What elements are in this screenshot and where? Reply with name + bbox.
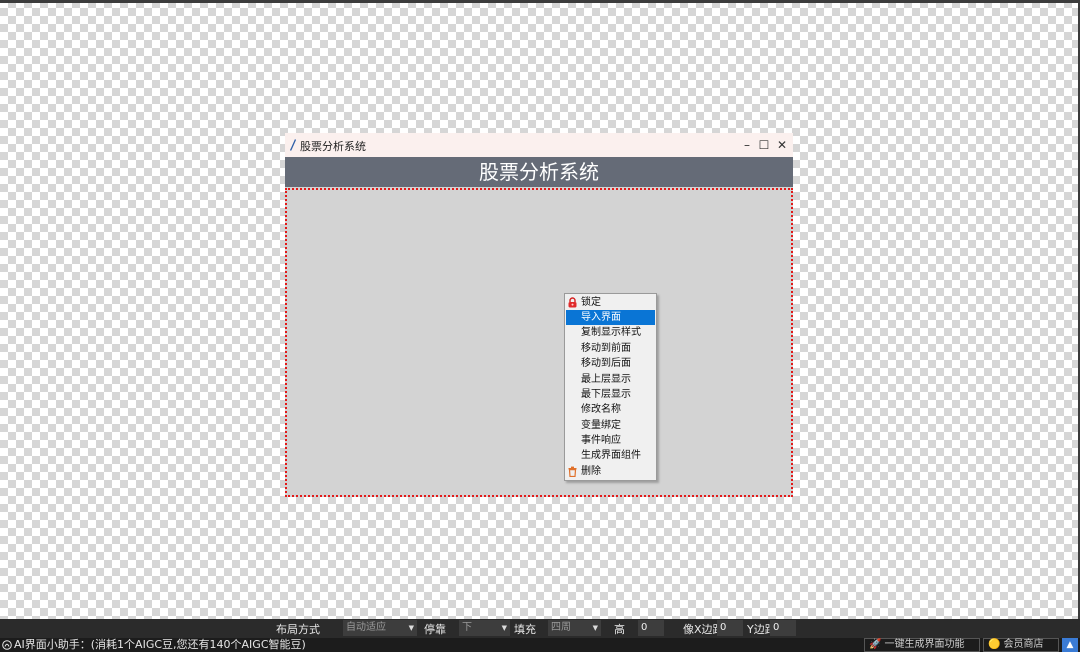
property-bar: 布局方式 自动适应 ▼ 停靠 下 ▼ 填充 四周 ▼ 高 0 像X边距 0 Y边… bbox=[0, 619, 1080, 638]
height-input[interactable]: 0 bbox=[638, 620, 664, 636]
menu-item-variable-binding[interactable]: 变量绑定 bbox=[566, 418, 655, 433]
generate-ui-label: 一键生成界面功能 bbox=[884, 639, 965, 650]
fill-label: 填充 bbox=[514, 623, 536, 636]
menu-item-label: 变量绑定 bbox=[581, 420, 621, 431]
menu-item-label: 事件响应 bbox=[581, 435, 621, 446]
menu-item-label: 最上层显示 bbox=[581, 374, 631, 385]
fill-select-value: 四周 bbox=[551, 622, 571, 633]
close-button[interactable]: ✕ bbox=[774, 136, 790, 154]
menu-item-label: 锁定 bbox=[581, 297, 601, 308]
layout-select[interactable]: 自动适应 ▼ bbox=[343, 620, 417, 636]
menu-item-lock[interactable]: 锁定 bbox=[566, 295, 655, 310]
menu-item-label: 生成界面组件 bbox=[581, 450, 641, 461]
menu-item-label: 移动到后面 bbox=[581, 358, 631, 369]
trash-icon bbox=[568, 466, 577, 477]
coin-icon: 🟡 bbox=[988, 639, 1001, 650]
menu-item-label: 复制显示样式 bbox=[581, 327, 641, 338]
dock-select-value: 下 bbox=[462, 622, 472, 633]
window-titlebar[interactable]: 股票分析系统 – ☐ ✕ bbox=[285, 133, 793, 157]
menu-item-label: 删除 bbox=[581, 466, 601, 477]
window-title: 股票分析系统 bbox=[300, 140, 366, 153]
status-bar: AI界面小助手：(消耗1个AIGC豆,您还有140个AIGC智能豆) 🚀 一键生成… bbox=[0, 638, 1080, 652]
x-margin-input[interactable]: 0 bbox=[717, 620, 743, 636]
menu-item-move-back[interactable]: 移动到后面 bbox=[566, 356, 655, 371]
chevron-down-icon: ▼ bbox=[501, 624, 507, 632]
maximize-button[interactable]: ☐ bbox=[756, 136, 772, 154]
menu-item-top-layer[interactable]: 最上层显示 bbox=[566, 372, 655, 387]
ai-assistant-icon bbox=[2, 640, 12, 650]
y-margin-input[interactable]: 0 bbox=[770, 620, 796, 636]
chevron-down-icon: ▼ bbox=[408, 624, 414, 632]
menu-item-generate-component[interactable]: 生成界面组件 bbox=[566, 448, 655, 463]
menu-item-rename[interactable]: 修改名称 bbox=[566, 402, 655, 417]
menu-item-import-ui[interactable]: 导入界面 bbox=[566, 310, 655, 325]
scroll-up-button[interactable]: ▲ bbox=[1062, 638, 1078, 652]
member-shop-label: 会员商店 bbox=[1003, 639, 1044, 650]
dock-select[interactable]: 下 ▼ bbox=[459, 620, 510, 636]
menu-item-label: 修改名称 bbox=[581, 404, 621, 415]
layout-label: 布局方式 bbox=[276, 623, 320, 636]
generate-ui-button[interactable]: 🚀 一键生成界面功能 bbox=[864, 638, 980, 652]
menu-item-label: 导入界面 bbox=[581, 312, 621, 323]
status-text: AI界面小助手：(消耗1个AIGC豆,您还有140个AIGC智能豆) bbox=[14, 638, 306, 651]
menu-item-copy-style[interactable]: 复制显示样式 bbox=[566, 325, 655, 340]
design-window[interactable]: 股票分析系统 – ☐ ✕ 股票分析系统 bbox=[285, 133, 793, 497]
rocket-icon: 🚀 bbox=[869, 639, 882, 650]
header-label[interactable]: 股票分析系统 bbox=[285, 157, 793, 187]
dock-label: 停靠 bbox=[424, 623, 446, 636]
menu-item-delete[interactable]: 删除 bbox=[566, 464, 655, 479]
menu-item-label: 移动到前面 bbox=[581, 343, 631, 354]
content-panel[interactable] bbox=[285, 188, 793, 497]
fill-select[interactable]: 四周 ▼ bbox=[548, 620, 601, 636]
member-shop-button[interactable]: 🟡 会员商店 bbox=[983, 638, 1059, 652]
feather-icon bbox=[290, 139, 296, 151]
minimize-button[interactable]: – bbox=[739, 136, 755, 154]
top-border bbox=[0, 0, 1080, 3]
lock-icon bbox=[568, 297, 577, 308]
height-label: 高 bbox=[614, 623, 625, 636]
chevron-down-icon: ▼ bbox=[592, 624, 598, 632]
menu-item-label: 最下层显示 bbox=[581, 389, 631, 400]
menu-item-bottom-layer[interactable]: 最下层显示 bbox=[566, 387, 655, 402]
menu-item-move-front[interactable]: 移动到前面 bbox=[566, 341, 655, 356]
menu-item-event-response[interactable]: 事件响应 bbox=[566, 433, 655, 448]
context-menu: 锁定 导入界面 复制显示样式 移动到前面 移动到后面 最上层显示 最下层显示 修… bbox=[564, 293, 657, 481]
layout-select-value: 自动适应 bbox=[346, 622, 386, 633]
